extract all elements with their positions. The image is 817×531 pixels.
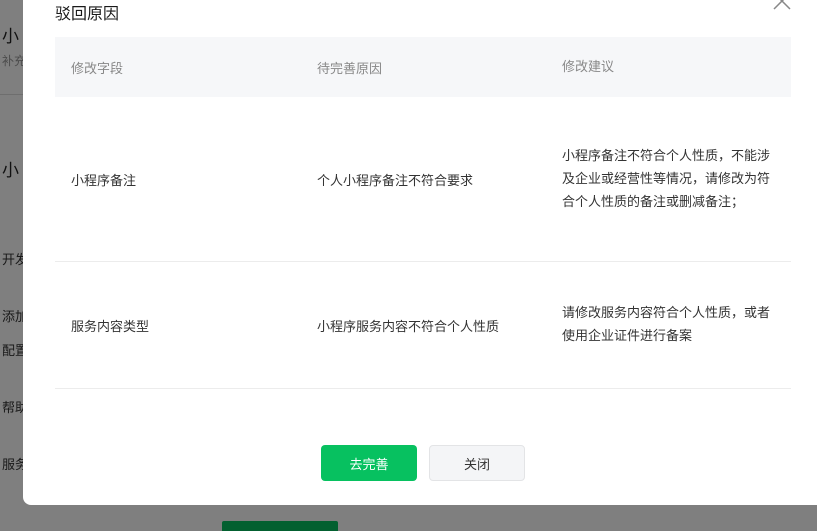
close-icon[interactable] [771,0,793,12]
cell-suggestion: 小程序备注不符合个人性质，不能涉及企业或经营性等情况，请修改为符合个人性质的备注… [562,148,771,210]
cell-reason: 个人小程序备注不符合要求 [317,173,474,189]
reason-table: 修改字段 待完善原因 修改建议 小程序备注 个人小程序备注不符合要求 小程序备注… [55,37,791,389]
cell-suggestion: 请修改服务内容符合个人性质，或者使用企业证件进行备案 [562,306,771,344]
cell-reason: 小程序服务内容不符合个人性质 [317,319,500,335]
reject-reason-dialog: 驳回原因 修改字段 待完善原因 修改建议 小程序备注 个人小程序备注不符合要求 … [23,0,817,505]
column-header-field: 修改字段 [71,61,124,77]
go-complete-button[interactable]: 去完善 [321,445,417,481]
table-row: 服务内容类型 小程序服务内容不符合个人性质 请修改服务内容符合个人性质，或者使用… [55,262,791,389]
column-header-suggestion: 修改建议 [562,59,615,75]
close-button[interactable]: 关闭 [429,445,525,481]
cell-field: 服务内容类型 [71,319,150,335]
table-header: 修改字段 待完善原因 修改建议 [55,37,791,97]
dialog-title: 驳回原因 [55,4,120,23]
cell-field: 小程序备注 [71,173,137,189]
table-row: 小程序备注 个人小程序备注不符合要求 小程序备注不符合个人性质，不能涉及企业或经… [55,97,791,262]
column-header-reason: 待完善原因 [317,61,383,77]
